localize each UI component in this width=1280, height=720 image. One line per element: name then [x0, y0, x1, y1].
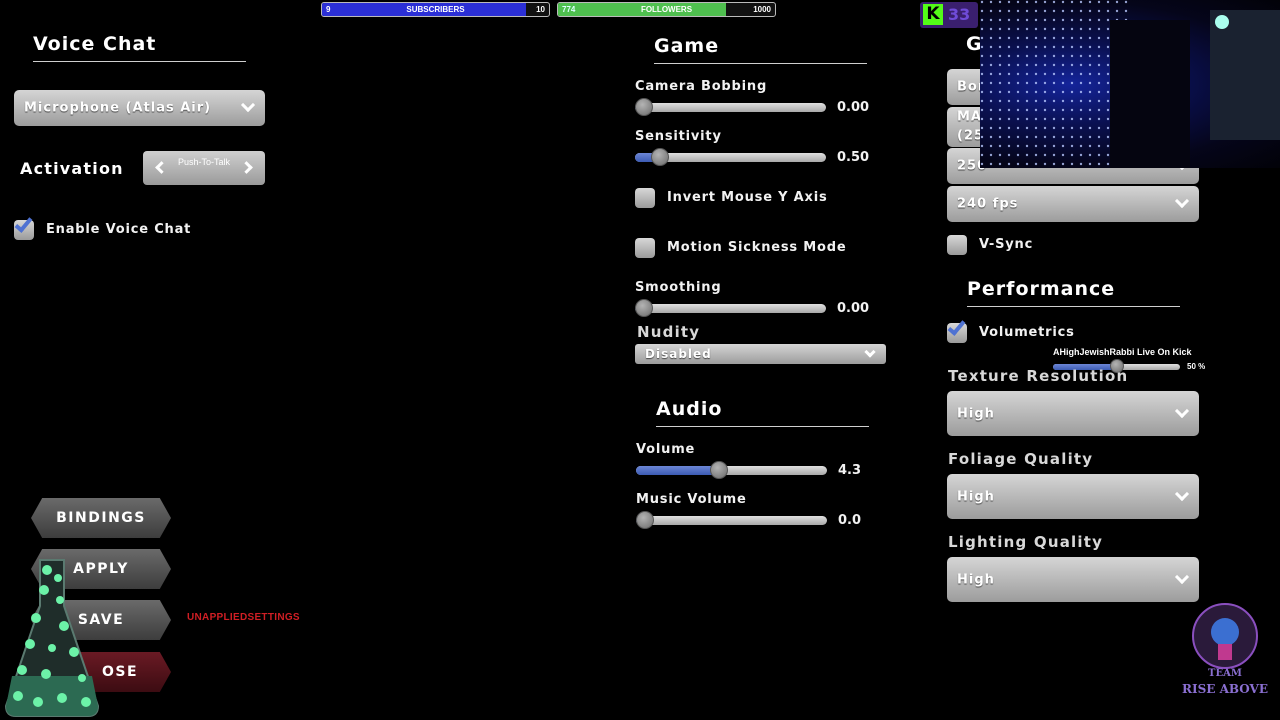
volume-label: Volume: [636, 442, 696, 457]
enable-voice-chat-checkbox[interactable]: [14, 214, 34, 240]
audio-title: Audio: [656, 398, 723, 420]
music-volume-slider[interactable]: [636, 511, 827, 529]
kick-logo-icon: K: [923, 4, 943, 25]
foliage-quality-label: Foliage Quality: [948, 450, 1094, 468]
music-volume-label: Music Volume: [636, 492, 747, 507]
foliage-quality-dropdown[interactable]: High: [947, 474, 1199, 519]
webcam-overlay-graphic: [980, 0, 1280, 168]
team-logo-line1: TEAM: [1208, 668, 1242, 679]
performance-underline: [967, 306, 1180, 307]
flask-overlay-icon: [4, 559, 100, 717]
chevron-down-icon: [1174, 569, 1190, 584]
kick-badge: K 33: [920, 2, 978, 28]
enable-voice-chat-label: Enable Voice Chat: [46, 222, 192, 237]
bindings-button-label: BINDINGS: [56, 510, 146, 526]
voice-chat-underline: [33, 61, 246, 62]
lighting-quality-dropdown[interactable]: High: [947, 557, 1199, 602]
performance-title: Performance: [967, 278, 1116, 300]
volume-fill: [636, 466, 720, 475]
game-title: Game: [654, 35, 720, 57]
subscribers-goal: 10: [536, 5, 545, 14]
sensitivity-slider[interactable]: [635, 148, 826, 166]
fps-value: 240 fps: [957, 196, 1019, 212]
texture-resolution-label: Texture Resolution: [948, 367, 1129, 385]
nudity-label: Nudity: [637, 323, 701, 341]
foliage-quality-value: High: [957, 489, 995, 504]
volume-knob[interactable]: [710, 461, 729, 479]
stream-caption: AHighJewishRabbi Live On Kick: [1053, 347, 1192, 357]
chevron-down-icon: [1174, 193, 1190, 209]
unapplied-settings-warning: UNAPPLIEDSETTINGS: [187, 612, 300, 623]
camera-bobbing-slider[interactable]: [635, 98, 826, 116]
sensitivity-value: 0.50: [837, 150, 870, 165]
chevron-down-icon: [864, 346, 876, 358]
nudity-dropdown[interactable]: Disabled: [635, 344, 886, 364]
webcam-overlay: [980, 0, 1280, 168]
smoothing-slider[interactable]: [635, 299, 826, 317]
camera-bobbing-value: 0.00: [837, 100, 870, 115]
motion-sickness-checkbox[interactable]: [635, 238, 655, 258]
chevron-down-icon: [240, 97, 256, 113]
checkmark-icon: [947, 317, 966, 336]
music-volume-knob[interactable]: [636, 511, 654, 529]
followers-goal-bar: 774 FOLLOWERS 1000: [557, 2, 776, 17]
audio-underline: [656, 426, 869, 427]
chevron-left-icon[interactable]: [155, 161, 168, 174]
texture-resolution-value: High: [957, 406, 995, 421]
chevron-down-icon: [1174, 403, 1190, 418]
followers-goal: 1000: [753, 5, 771, 14]
lighting-quality-label: Lighting Quality: [948, 533, 1104, 551]
smoothing-value: 0.00: [837, 301, 870, 316]
invert-mouse-checkbox[interactable]: [635, 188, 655, 208]
smoothing-label: Smoothing: [635, 280, 722, 295]
sensitivity-knob[interactable]: [650, 148, 669, 166]
voice-chat-title: Voice Chat: [33, 33, 157, 55]
vsync-label: V-Sync: [979, 237, 1034, 252]
activation-selector[interactable]: Push-To-Talk: [143, 151, 265, 185]
music-volume-value: 0.0: [838, 513, 862, 528]
vsync-checkbox[interactable]: [947, 235, 967, 255]
activation-value: Push-To-Talk: [177, 157, 231, 167]
activation-label: Activation: [20, 159, 124, 178]
texture-resolution-dropdown[interactable]: High: [947, 391, 1199, 436]
microphone-value: Microphone (Atlas Air): [24, 100, 212, 116]
microphone-dropdown[interactable]: Microphone (Atlas Air): [14, 90, 265, 126]
game-underline: [654, 63, 867, 64]
chevron-right-icon[interactable]: [240, 161, 253, 174]
team-logo-graphic: [1192, 603, 1258, 669]
volume-slider[interactable]: [636, 461, 827, 479]
volume-value: 4.3: [838, 463, 862, 478]
smoothing-knob[interactable]: [635, 299, 653, 317]
invert-mouse-label: Invert Mouse Y Axis: [667, 190, 828, 205]
graphics-dropdown-2-line1: MA: [957, 109, 982, 125]
subscribers-goal-bar: 9 SUBSCRIBERS 10: [321, 2, 550, 17]
followers-label: FOLLOWERS: [640, 5, 693, 14]
camera-bobbing-knob[interactable]: [635, 98, 653, 116]
volumetrics-checkbox[interactable]: [947, 317, 967, 343]
sensitivity-label: Sensitivity: [635, 129, 722, 144]
subscribers-label: SUBSCRIBERS: [406, 5, 465, 14]
chevron-down-icon: [1174, 486, 1190, 501]
lighting-quality-value: High: [957, 572, 995, 587]
checkmark-icon: [14, 214, 33, 233]
volumetrics-label: Volumetrics: [979, 325, 1075, 340]
motion-sickness-label: Motion Sickness Mode: [667, 240, 847, 255]
bindings-button[interactable]: BINDINGS: [31, 498, 171, 538]
stream-percent: 50 %: [1187, 362, 1206, 371]
team-logo-line2: RISE ABOVE: [1182, 682, 1268, 696]
nudity-value: Disabled: [645, 347, 712, 361]
camera-bobbing-label: Camera Bobbing: [635, 79, 768, 94]
fps-dropdown[interactable]: 240 fps: [947, 186, 1199, 222]
kick-viewer-count: 33: [948, 5, 971, 24]
team-rise-above-logo: TEAM RISE ABOVE: [1178, 596, 1272, 716]
